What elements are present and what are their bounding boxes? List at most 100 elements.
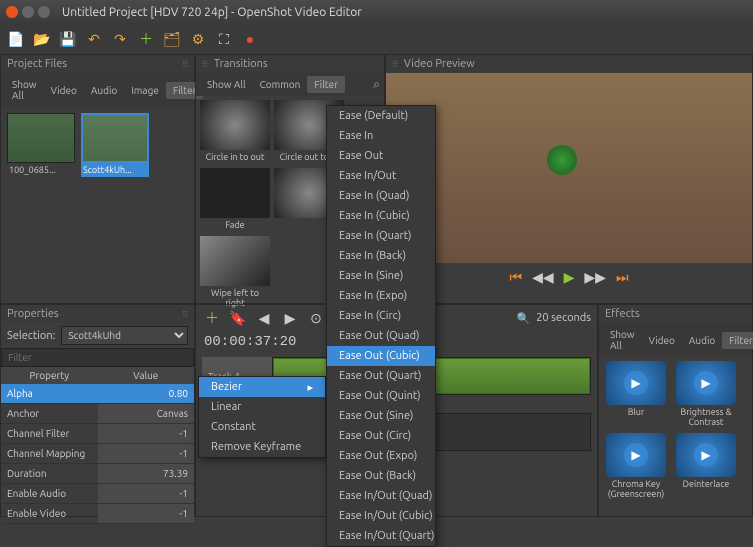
properties-panel: Properties⠿ Selection: Scott4kUhd Proper… bbox=[0, 304, 195, 517]
property-row[interactable]: Enable Audio-1 bbox=[1, 484, 194, 504]
tab-show-all[interactable]: Show All bbox=[5, 76, 44, 104]
tab-image[interactable]: Image bbox=[124, 82, 166, 99]
project-files-title: Project Files bbox=[7, 58, 67, 70]
easing-context-menu: Ease (Default) Ease In Ease Out Ease In/… bbox=[326, 105, 436, 547]
menu-item-ease[interactable]: Ease Out (Quart) bbox=[327, 366, 435, 386]
menu-item-ease[interactable]: Ease (Default) bbox=[327, 106, 435, 126]
menu-item-ease[interactable]: Ease In/Out (Cubic) bbox=[327, 506, 435, 526]
properties-title: Properties bbox=[7, 308, 59, 320]
project-files-panel: Project Files⠿ Show All Video Audio Imag… bbox=[0, 54, 195, 304]
next-marker-icon[interactable]: ▶ bbox=[280, 308, 300, 328]
menu-item-constant[interactable]: Constant bbox=[199, 417, 325, 437]
window-maximize-button[interactable] bbox=[38, 6, 50, 18]
menu-item-ease[interactable]: Ease Out (Back) bbox=[327, 466, 435, 486]
menu-item-bezier[interactable]: Bezier bbox=[199, 377, 325, 397]
interpolation-context-menu: Bezier Linear Constant Remove Keyframe bbox=[198, 376, 326, 458]
new-project-icon[interactable]: 📄 bbox=[6, 29, 26, 49]
transition-item[interactable]: Circle in to out bbox=[200, 100, 270, 164]
tab-show-all[interactable]: Show All bbox=[200, 76, 253, 93]
effect-item[interactable]: Deinterlace bbox=[673, 433, 739, 501]
window-title: Untitled Project [HDV 720 24p] - OpenSho… bbox=[62, 6, 362, 19]
jump-start-icon[interactable]: ⏮ bbox=[509, 269, 522, 286]
window-titlebar: Untitled Project [HDV 720 24p] - OpenSho… bbox=[0, 0, 753, 24]
zoom-label: 20 seconds bbox=[536, 312, 591, 324]
prev-marker-icon[interactable]: ◀ bbox=[254, 308, 274, 328]
menu-item-ease[interactable]: Ease In (Expo) bbox=[327, 286, 435, 306]
property-row[interactable]: Enable Video-1 bbox=[1, 504, 194, 524]
property-row[interactable]: Alpha0.80 bbox=[1, 384, 194, 404]
tab-video[interactable]: Video bbox=[44, 82, 84, 99]
menu-item-ease[interactable]: Ease Out (Expo) bbox=[327, 446, 435, 466]
undo-icon[interactable]: ↶ bbox=[84, 29, 104, 49]
menu-item-ease[interactable]: Ease Out (Quint) bbox=[327, 386, 435, 406]
tab-common[interactable]: Common bbox=[253, 76, 308, 93]
properties-filter-input[interactable] bbox=[1, 348, 194, 367]
files-icon[interactable]: 🗂 bbox=[162, 29, 182, 49]
rewind-icon[interactable]: ◀◀ bbox=[532, 269, 554, 286]
selection-dropdown[interactable]: Scott4kUhd bbox=[61, 326, 188, 345]
effect-item[interactable]: Blur bbox=[603, 361, 669, 429]
jump-end-icon[interactable]: ⏭ bbox=[616, 269, 629, 286]
file-label: Scott4kUh... bbox=[81, 163, 149, 177]
tab-video[interactable]: Video bbox=[642, 332, 682, 349]
transition-item[interactable]: Fade bbox=[200, 168, 270, 232]
redo-icon[interactable]: ↷ bbox=[110, 29, 130, 49]
open-project-icon[interactable]: 📂 bbox=[32, 29, 52, 49]
center-icon[interactable]: ⊙ bbox=[306, 308, 326, 328]
file-item[interactable]: Scott4kUh... bbox=[81, 113, 149, 177]
menu-item-ease[interactable]: Ease Out (Cubic) bbox=[327, 346, 435, 366]
menu-item-ease[interactable]: Ease Out bbox=[327, 146, 435, 166]
menu-item-ease[interactable]: Ease In (Cubic) bbox=[327, 206, 435, 226]
preview-title: Video Preview bbox=[404, 58, 475, 70]
menu-item-ease[interactable]: Ease In bbox=[327, 126, 435, 146]
project-files-tabs: Show All Video Audio Image Filter ⌕ bbox=[1, 73, 194, 107]
property-row[interactable]: AnchorCanvas bbox=[1, 404, 194, 424]
property-row[interactable]: Duration73.39 bbox=[1, 464, 194, 484]
menu-item-ease[interactable]: Ease In/Out (Quart) bbox=[327, 526, 435, 546]
tab-audio[interactable]: Audio bbox=[682, 332, 722, 349]
effect-item[interactable]: Chroma Key (Greenscreen) bbox=[603, 433, 669, 501]
video-preview-panel: ⠿Video Preview ⏮ ◀◀ ▶ ▶▶ ⏭ bbox=[385, 54, 753, 304]
prop-header-name: Property bbox=[1, 367, 98, 384]
menu-item-ease[interactable]: Ease In/Out bbox=[327, 166, 435, 186]
property-row[interactable]: Channel Mapping-1 bbox=[1, 444, 194, 464]
menu-item-ease[interactable]: Ease Out (Sine) bbox=[327, 406, 435, 426]
forward-icon[interactable]: ▶▶ bbox=[584, 269, 606, 286]
property-row[interactable]: Channel Filter-1 bbox=[1, 424, 194, 444]
effect-item[interactable]: Brightness & Contrast bbox=[673, 361, 739, 429]
profile-icon[interactable]: ⚙ bbox=[188, 29, 208, 49]
effects-panel: Effects Show All Video Audio Filter Blur… bbox=[598, 304, 753, 517]
menu-item-ease[interactable]: Ease Out (Circ) bbox=[327, 426, 435, 446]
transition-item[interactable]: Wipe left to right bbox=[200, 236, 270, 310]
menu-item-remove-keyframe[interactable]: Remove Keyframe bbox=[199, 437, 325, 457]
add-icon[interactable]: ＋ bbox=[136, 29, 156, 49]
menu-item-ease[interactable]: Ease In (Circ) bbox=[327, 306, 435, 326]
main-toolbar: 📄 📂 💾 ↶ ↷ ＋ 🗂 ⚙ ⛶ ● bbox=[0, 24, 753, 54]
fullscreen-icon[interactable]: ⛶ bbox=[214, 29, 234, 49]
tab-show-all[interactable]: Show All bbox=[603, 326, 642, 354]
window-minimize-button[interactable] bbox=[22, 6, 34, 18]
menu-item-linear[interactable]: Linear bbox=[199, 397, 325, 417]
tab-filter[interactable]: Filter bbox=[722, 332, 753, 349]
menu-item-ease[interactable]: Ease In (Quart) bbox=[327, 226, 435, 246]
window-close-button[interactable] bbox=[6, 6, 18, 18]
menu-item-ease[interactable]: Ease In (Sine) bbox=[327, 266, 435, 286]
menu-item-ease[interactable]: Ease In (Quad) bbox=[327, 186, 435, 206]
save-project-icon[interactable]: 💾 bbox=[58, 29, 78, 49]
selection-label: Selection: bbox=[7, 330, 55, 342]
search-icon[interactable]: ⌕ bbox=[373, 78, 380, 92]
prop-header-value: Value bbox=[98, 367, 195, 384]
tab-audio[interactable]: Audio bbox=[84, 82, 124, 99]
menu-item-ease[interactable]: Ease Out (Quad) bbox=[327, 326, 435, 346]
menu-item-ease[interactable]: Ease In (Back) bbox=[327, 246, 435, 266]
zoom-icon: 🔍 bbox=[517, 312, 531, 325]
file-item[interactable]: 100_0685... bbox=[7, 113, 75, 177]
preview-viewport[interactable] bbox=[386, 73, 752, 263]
add-track-icon[interactable]: ＋ bbox=[202, 308, 222, 328]
marker-icon[interactable]: 🔖 bbox=[228, 308, 248, 328]
file-label: 100_0685... bbox=[7, 163, 75, 177]
export-icon[interactable]: ● bbox=[240, 29, 260, 49]
play-icon[interactable]: ▶ bbox=[564, 269, 575, 286]
menu-item-ease[interactable]: Ease In/Out (Quad) bbox=[327, 486, 435, 506]
tab-filter[interactable]: Filter bbox=[307, 76, 345, 93]
